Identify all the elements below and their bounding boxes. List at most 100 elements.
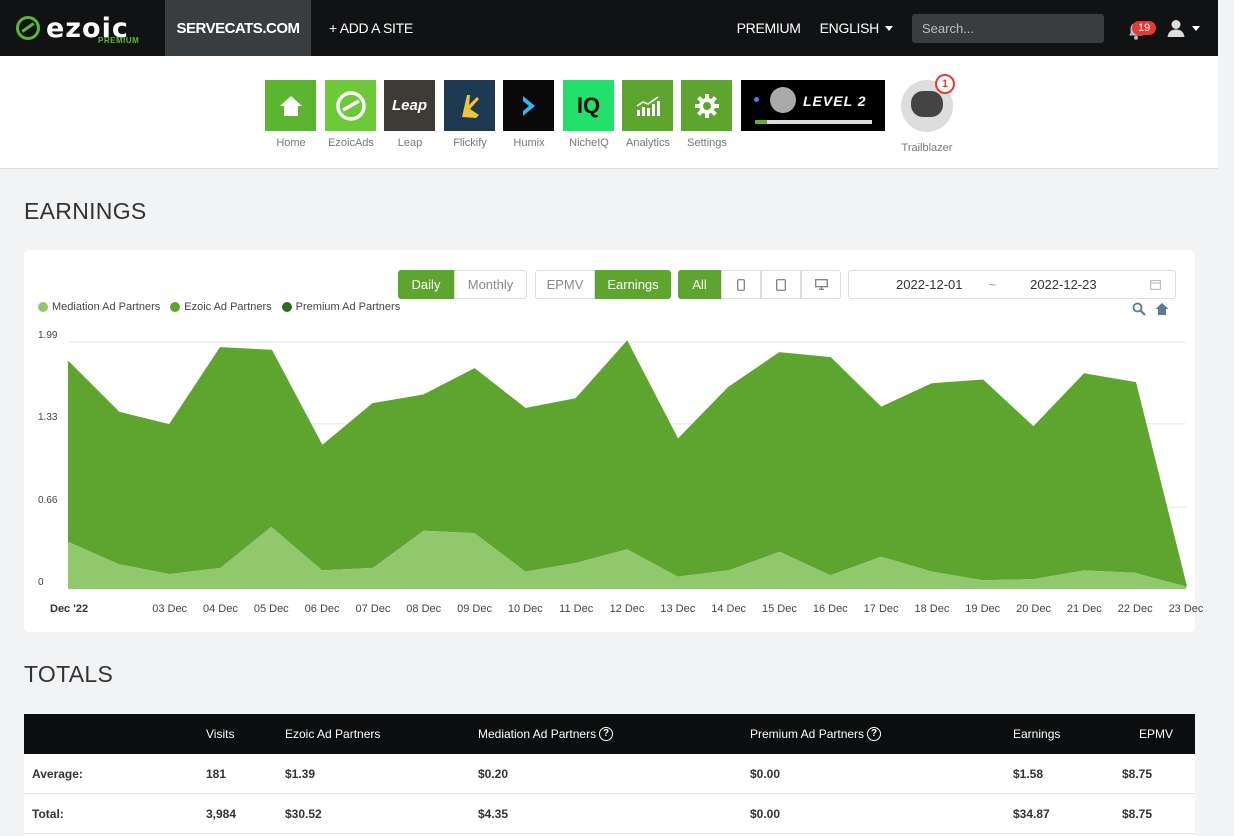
x-tick-label: 17 Dec bbox=[864, 603, 899, 615]
col-premium[interactable]: Premium Ad Partners? bbox=[750, 714, 882, 754]
col-premium-label: Premium Ad Partners bbox=[750, 727, 865, 741]
user-icon bbox=[1167, 20, 1185, 37]
row-label: Total: bbox=[32, 807, 64, 821]
user-menu[interactable] bbox=[1166, 18, 1200, 38]
astronaut-helmet-icon: 1 bbox=[901, 74, 955, 132]
trailblazer-badge[interactable]: 1 Trailblazer bbox=[897, 74, 957, 154]
x-tick-label: 20 Dec bbox=[1016, 603, 1051, 615]
col-epmv[interactable]: EPMV bbox=[1139, 714, 1173, 754]
x-tick-label: 15 Dec bbox=[762, 603, 797, 615]
x-tick-label: 04 Dec bbox=[203, 603, 238, 615]
premium-cell: $0.00 bbox=[750, 767, 781, 781]
status-dot bbox=[754, 97, 759, 102]
earnings-area-chart: 0 0.66 1.33 1.99 Dec '22 03 Dec 04 Dec 05 Dec 06… bbox=[38, 330, 1204, 615]
col-ezoic[interactable]: Ezoic Ad Partners bbox=[285, 714, 380, 754]
x-tick-label: 13 Dec bbox=[660, 603, 695, 615]
app-settings[interactable]: Settings bbox=[681, 80, 733, 149]
totals-title: TOTALS bbox=[24, 661, 114, 687]
leap-icon: Leap bbox=[384, 80, 435, 131]
ezoic-logo-icon bbox=[16, 16, 40, 40]
x-tick-label: 14 Dec bbox=[711, 603, 746, 615]
col-mediation[interactable]: Mediation Ad Partners? bbox=[478, 714, 614, 754]
ezoic-logo[interactable]: ezoic PREMIUM bbox=[0, 0, 165, 56]
gear-icon bbox=[681, 80, 732, 131]
add-site-link[interactable]: + ADD A SITE bbox=[329, 20, 413, 36]
ezoic-cell: $1.39 bbox=[285, 767, 316, 781]
avatar bbox=[770, 87, 796, 113]
app-humix[interactable]: Humix bbox=[503, 80, 555, 149]
trailblazer-label: Trailblazer bbox=[901, 142, 953, 154]
logo-premium-label: PREMIUM bbox=[98, 36, 140, 45]
y-tick-label: 1.99 bbox=[38, 330, 58, 341]
search-box bbox=[912, 13, 1104, 43]
table-row: Total: 3,984 $30.52 $4.35 $0.00 $34.87 $… bbox=[24, 794, 1195, 834]
x-tick-label: 22 Dec bbox=[1118, 603, 1153, 615]
col-visits[interactable]: Visits bbox=[206, 714, 234, 754]
language-label: ENGLISH bbox=[819, 20, 880, 36]
visits-cell: 3,984 bbox=[206, 807, 237, 821]
help-icon[interactable]: ? bbox=[599, 727, 614, 741]
x-tick-label: 18 Dec bbox=[914, 603, 949, 615]
mediation-cell: $0.20 bbox=[478, 767, 509, 781]
y-tick-label: 0 bbox=[38, 577, 44, 588]
nicheiq-logo-text: IQ bbox=[576, 92, 601, 118]
x-tick-label: 09 Dec bbox=[457, 603, 492, 615]
ezoic-cell: $30.52 bbox=[285, 807, 322, 821]
flickify-icon bbox=[444, 80, 495, 131]
help-icon[interactable]: ? bbox=[867, 727, 882, 741]
premium-cell: $0.00 bbox=[750, 807, 781, 821]
chevron-down-icon bbox=[1192, 25, 1200, 31]
app-label: Settings bbox=[687, 137, 727, 149]
app-home[interactable]: Home bbox=[265, 80, 317, 149]
epmv-cell: $8.75 bbox=[1122, 807, 1153, 821]
premium-link[interactable]: PREMIUM bbox=[737, 20, 801, 36]
app-analytics[interactable]: Analytics bbox=[622, 80, 674, 149]
x-tick-label: 07 Dec bbox=[355, 603, 390, 615]
x-tick-label: 19 Dec bbox=[965, 603, 1000, 615]
x-tick-label: 10 Dec bbox=[508, 603, 543, 615]
analytics-icon bbox=[622, 80, 673, 131]
earnings-cell: $34.87 bbox=[1013, 807, 1050, 821]
x-tick-label: Dec '22 bbox=[50, 603, 88, 615]
y-tick-label: 0.66 bbox=[38, 495, 58, 506]
ezoicads-icon bbox=[325, 80, 376, 131]
row-label: Average: bbox=[32, 767, 83, 781]
totals-table: Visits Ezoic Ad Partners Mediation Ad Pa… bbox=[24, 714, 1195, 836]
earnings-chart-card: Daily Monthly EPMV Earnings All 2022-12-… bbox=[24, 250, 1204, 632]
level-text: LEVEL 2 bbox=[803, 93, 867, 109]
level-progress-bar bbox=[755, 120, 872, 124]
trailblazer-count-badge: 1 bbox=[935, 74, 955, 94]
nav-right: PREMIUM ENGLISH 19 bbox=[737, 0, 1218, 56]
notification-count-badge: 19 bbox=[1132, 21, 1157, 35]
leap-logo-text: Leap bbox=[391, 97, 427, 114]
x-tick-label: 03 Dec bbox=[152, 603, 187, 615]
col-mediation-label: Mediation Ad Partners bbox=[478, 727, 597, 741]
site-tab[interactable]: SERVECATS.COM bbox=[165, 0, 311, 56]
app-nicheiq[interactable]: IQ NicheIQ bbox=[563, 80, 615, 149]
nicheiq-icon: IQ bbox=[563, 80, 614, 131]
table-header: Visits Ezoic Ad Partners Mediation Ad Pa… bbox=[24, 714, 1195, 754]
app-leap[interactable]: Leap Leap bbox=[384, 80, 436, 149]
notifications-button[interactable]: 19 bbox=[1124, 13, 1157, 43]
app-ezoicads[interactable]: EzoicAds bbox=[325, 80, 377, 149]
top-nav: ezoic PREMIUM SERVECATS.COM + ADD A SITE… bbox=[0, 0, 1218, 56]
visits-cell: 181 bbox=[206, 767, 227, 781]
app-bar: Home EzoicAds Leap Leap Flickify Humix I… bbox=[0, 56, 1218, 169]
epmv-cell: $8.75 bbox=[1122, 767, 1153, 781]
y-tick-label: 1.33 bbox=[38, 412, 58, 423]
humix-icon bbox=[503, 80, 554, 131]
earnings-title: EARNINGS bbox=[24, 198, 147, 224]
chevron-down-icon bbox=[885, 25, 893, 31]
x-tick-label: 11 Dec bbox=[559, 603, 594, 615]
table-row: Average: 181 $1.39 $0.20 $0.00 $1.58 $8.… bbox=[24, 754, 1195, 794]
x-tick-label: 12 Dec bbox=[610, 603, 645, 615]
x-tick-label: 21 Dec bbox=[1067, 603, 1102, 615]
search-input[interactable] bbox=[922, 20, 1098, 36]
x-tick-label: 08 Dec bbox=[406, 603, 441, 615]
level-card[interactable]: LEVEL 2 bbox=[741, 80, 885, 131]
language-dropdown[interactable]: ENGLISH bbox=[820, 20, 893, 36]
col-earnings[interactable]: Earnings bbox=[1013, 714, 1060, 754]
x-tick-label: 23 Dec bbox=[1169, 603, 1204, 615]
app-flickify[interactable]: Flickify bbox=[444, 80, 496, 149]
mediation-cell: $4.35 bbox=[478, 807, 509, 821]
